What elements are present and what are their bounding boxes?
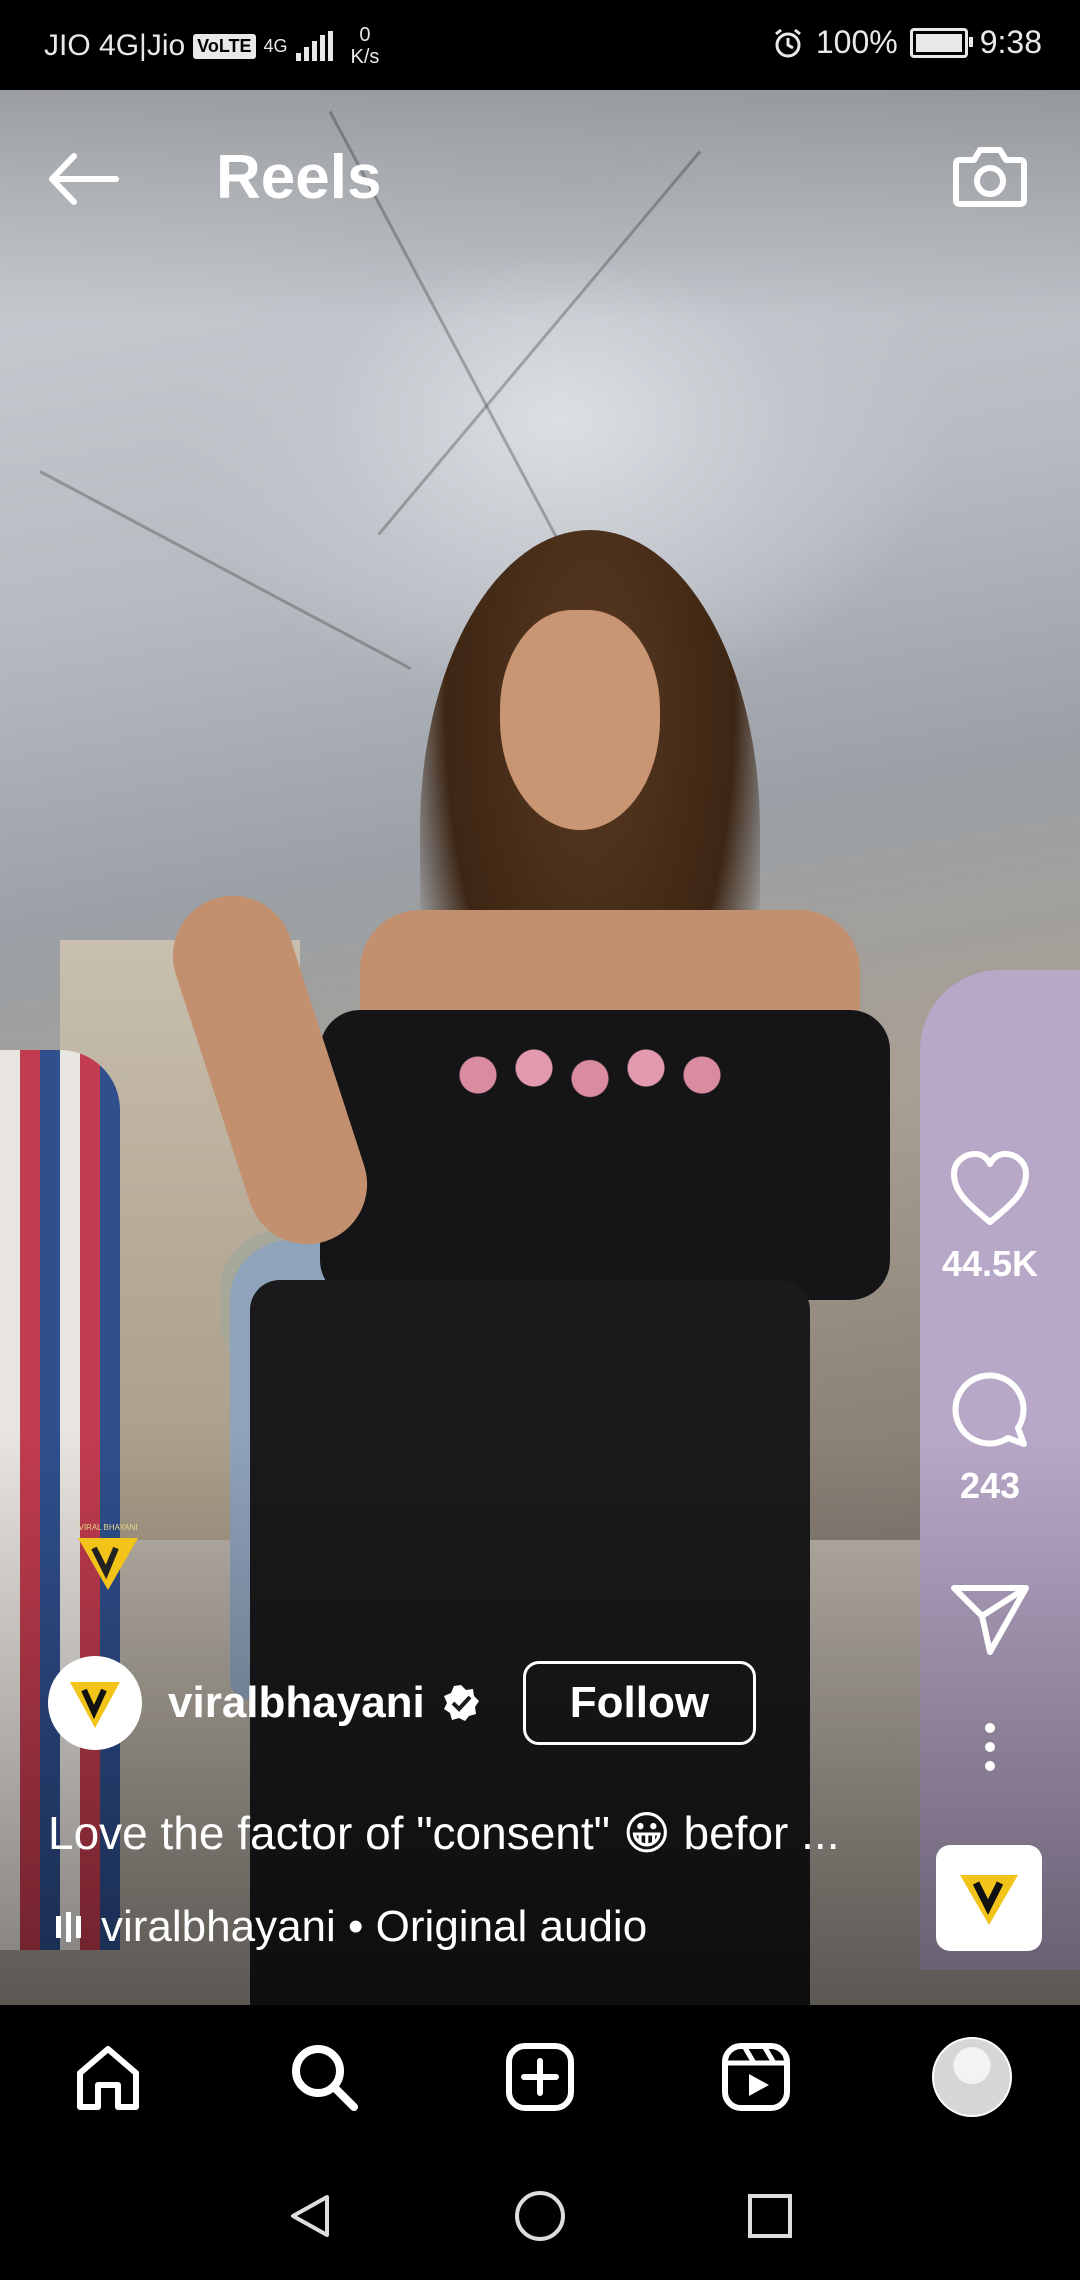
audio-bars-icon — [56, 1912, 81, 1942]
audio-thumbnail[interactable] — [936, 1845, 1042, 1951]
reels-header: Reels — [0, 90, 1080, 260]
net-speed-unit: K/s — [350, 46, 380, 68]
clock: 9:38 — [979, 24, 1042, 60]
like-action[interactable]: 44.5K — [925, 1150, 1055, 1285]
author-username[interactable]: viralbhayani — [168, 1678, 425, 1728]
paper-plane-icon — [951, 1585, 1029, 1655]
system-navigation — [0, 2150, 1080, 2280]
back-button[interactable] — [44, 144, 124, 214]
nav-reels[interactable] — [716, 2037, 796, 2117]
battery-icon — [909, 27, 973, 58]
comment-bubble-icon — [952, 1372, 1027, 1447]
bottom-navigation — [0, 2005, 1080, 2150]
circle-home-icon — [515, 2191, 565, 2241]
carrier-text: JIO 4G|Jio — [44, 29, 186, 62]
watermark-logo: VIRAL BHAYANI — [78, 1523, 138, 1590]
network-type: 4G — [263, 35, 288, 56]
share-action[interactable] — [925, 1582, 1055, 1661]
reels-icon — [722, 2043, 790, 2111]
comment-action[interactable]: 243 — [925, 1366, 1055, 1507]
system-home-button[interactable] — [510, 2186, 570, 2246]
audio-row[interactable]: viralbhayani • Original audio — [56, 1902, 647, 1952]
nav-search[interactable] — [284, 2037, 364, 2117]
signal-icon — [295, 31, 333, 61]
audio-separator: • — [335, 1902, 376, 1951]
verified-badge-icon — [443, 1685, 479, 1721]
follow-button[interactable]: Follow — [522, 1661, 757, 1745]
author-avatar[interactable] — [48, 1656, 142, 1750]
battery-percent: 100% — [815, 24, 898, 60]
alarm-icon — [774, 28, 801, 57]
viralbhayani-logo — [70, 1682, 120, 1728]
create-icon — [506, 2043, 574, 2111]
home-icon — [77, 2046, 139, 2110]
search-icon — [292, 2045, 358, 2111]
net-speed: 0 K/s — [351, 24, 380, 68]
nav-profile[interactable] — [932, 2037, 1012, 2117]
volte-badge: VoLTE — [193, 33, 256, 59]
arrow-left-icon — [49, 153, 119, 205]
camera-icon — [953, 147, 1027, 207]
status-right: 100% 9:38 — [772, 24, 1042, 61]
net-speed-value: 0 — [359, 24, 371, 46]
triangle-back-icon — [291, 2195, 329, 2237]
more-options-button[interactable] — [925, 1722, 1055, 1777]
audio-author: viralbhayani — [101, 1902, 336, 1951]
status-bar: JIO 4G|Jio VoLTE 4G 0 K/s 100% 9:38 — [0, 0, 1080, 90]
camera-button[interactable] — [950, 136, 1030, 216]
like-count: 44.5K — [941, 1243, 1039, 1284]
viralbhayani-logo — [960, 1875, 1018, 1925]
nav-create[interactable] — [500, 2037, 580, 2117]
watermark-text: VIRAL BHAYANI — [79, 1523, 138, 1532]
more-vertical-icon — [985, 1723, 995, 1771]
comment-count: 243 — [959, 1465, 1021, 1506]
page-title: Reels — [216, 143, 382, 212]
nav-home[interactable] — [68, 2037, 148, 2117]
system-recents-button[interactable] — [740, 2186, 800, 2246]
profile-avatar — [932, 2037, 1012, 2117]
status-left: JIO 4G|Jio VoLTE 4G 0 K/s — [44, 24, 379, 68]
heart-icon — [951, 1151, 1029, 1225]
author-row: viralbhayani Follow — [48, 1656, 757, 1750]
post-caption[interactable]: Love the factor of "consent" 😀 befor ... — [48, 1806, 888, 1860]
system-back-button[interactable] — [280, 2186, 340, 2246]
audio-title: Original audio — [375, 1902, 648, 1951]
square-recents-icon — [748, 2194, 792, 2238]
